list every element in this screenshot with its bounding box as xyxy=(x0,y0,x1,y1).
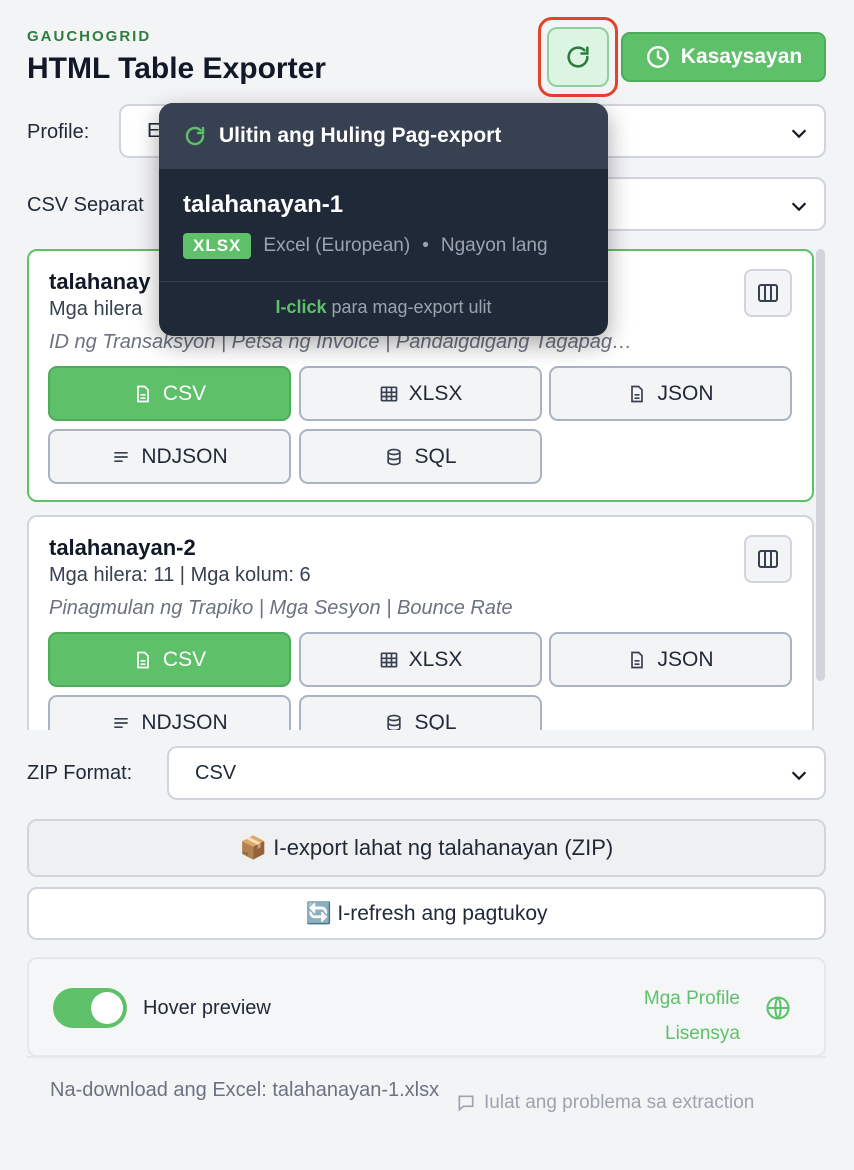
table-list-scrollbar[interactable] xyxy=(816,249,825,681)
popup-time: Ngayon lang xyxy=(440,235,548,256)
table-card: talahanayan-2 Mga hilera: 11 | Mga kolum… xyxy=(27,515,814,730)
export-xlsx-button[interactable]: XLSX xyxy=(299,632,542,687)
columns-icon xyxy=(758,284,778,302)
repeat-export-button[interactable] xyxy=(547,27,609,87)
table-columns: Pinagmulan ng Trapiko | Mga Sesyon | Bou… xyxy=(49,597,513,619)
popup-profile: Excel (European) xyxy=(263,235,411,256)
toggle-knob xyxy=(91,992,123,1024)
zip-format-value: CSV xyxy=(195,761,237,784)
settings-panel: Hover preview Mga Profile Lisensya xyxy=(27,957,826,1057)
export-xlsx-button[interactable]: XLSX xyxy=(299,366,542,421)
format-badge: XLSX xyxy=(183,233,252,259)
popup-hint: I-click para mag-export ulit xyxy=(275,297,492,317)
popup-header: Ulitin ang Huling Pag-export xyxy=(159,103,608,169)
table-name: talahanayan-2 xyxy=(49,535,196,560)
column-picker-button[interactable] xyxy=(744,269,792,317)
globe-icon[interactable] xyxy=(764,994,792,1022)
popup-table-name: talahanayan-1 xyxy=(183,191,344,218)
history-button[interactable]: Kasaysayan xyxy=(621,32,826,82)
export-csv-button[interactable]: CSV xyxy=(48,366,291,421)
report-problem-link[interactable]: Iulat ang problema sa extraction xyxy=(456,1092,754,1114)
export-csv-button[interactable]: CSV xyxy=(48,632,291,687)
profiles-link[interactable]: Mga Profile xyxy=(644,981,740,1016)
grid-icon xyxy=(380,386,397,401)
lines-icon xyxy=(114,717,128,728)
refresh-detection-button[interactable]: 🔄 I-refresh ang pagtukoy xyxy=(27,887,826,940)
popup-details: XLSX Excel (European) • Ngayon lang xyxy=(183,233,548,259)
export-sql-button[interactable]: SQL xyxy=(299,695,542,730)
column-picker-button[interactable] xyxy=(744,535,792,583)
popup-divider xyxy=(159,281,608,282)
footer-divider xyxy=(27,1056,826,1058)
separator-dot: • xyxy=(422,235,429,256)
refresh-icon xyxy=(185,126,205,146)
file-icon xyxy=(631,385,644,402)
export-sql-button[interactable]: SQL xyxy=(299,429,542,484)
license-link[interactable]: Lisensya xyxy=(644,1016,740,1051)
clock-icon xyxy=(646,46,669,68)
chevron-down-icon xyxy=(791,129,807,139)
table-meta: Mga hilera: 11 | Mga kolum: 6 xyxy=(49,564,311,586)
file-icon xyxy=(137,651,149,668)
columns-icon xyxy=(758,550,778,568)
history-label: Kasaysayan xyxy=(680,45,803,68)
export-ndjson-button[interactable]: NDJSON xyxy=(48,429,291,484)
table-meta: Mga hilera xyxy=(49,298,143,320)
export-json-button[interactable]: JSON xyxy=(549,366,792,421)
refresh-icon xyxy=(567,46,589,68)
chevron-down-icon xyxy=(791,202,807,212)
comment-icon xyxy=(458,1095,474,1112)
zip-format-label: ZIP Format: xyxy=(27,762,133,784)
file-icon xyxy=(631,651,644,668)
profile-label: Profile: xyxy=(27,121,90,143)
status-message: Na-download ang Excel: talahanayan-1.xls… xyxy=(50,1079,440,1101)
database-icon xyxy=(387,448,402,465)
export-ndjson-button[interactable]: NDJSON xyxy=(48,695,291,730)
repeat-export-popup[interactable]: Ulitin ang Huling Pag-export talahanayan… xyxy=(159,103,608,336)
export-json-button[interactable]: JSON xyxy=(549,632,792,687)
page-title: HTML Table Exporter xyxy=(27,52,326,85)
hover-preview-toggle[interactable] xyxy=(53,988,127,1028)
grid-icon xyxy=(380,652,397,667)
separator-label: CSV Separat xyxy=(27,194,144,216)
zip-format-select[interactable]: CSV xyxy=(167,746,826,800)
file-icon xyxy=(137,385,149,402)
brand-label: GAUCHOGRID xyxy=(27,28,152,45)
hover-preview-label: Hover preview xyxy=(143,997,271,1019)
table-name: talahanay xyxy=(49,269,151,294)
footer-links: Mga Profile Lisensya xyxy=(644,981,740,1051)
popup-title: Ulitin ang Huling Pag-export xyxy=(219,124,502,147)
database-icon xyxy=(387,714,402,730)
export-all-zip-button[interactable]: 📦 I-export lahat ng talahanayan (ZIP) xyxy=(27,819,826,877)
lines-icon xyxy=(114,451,128,462)
chevron-down-icon xyxy=(791,771,807,781)
